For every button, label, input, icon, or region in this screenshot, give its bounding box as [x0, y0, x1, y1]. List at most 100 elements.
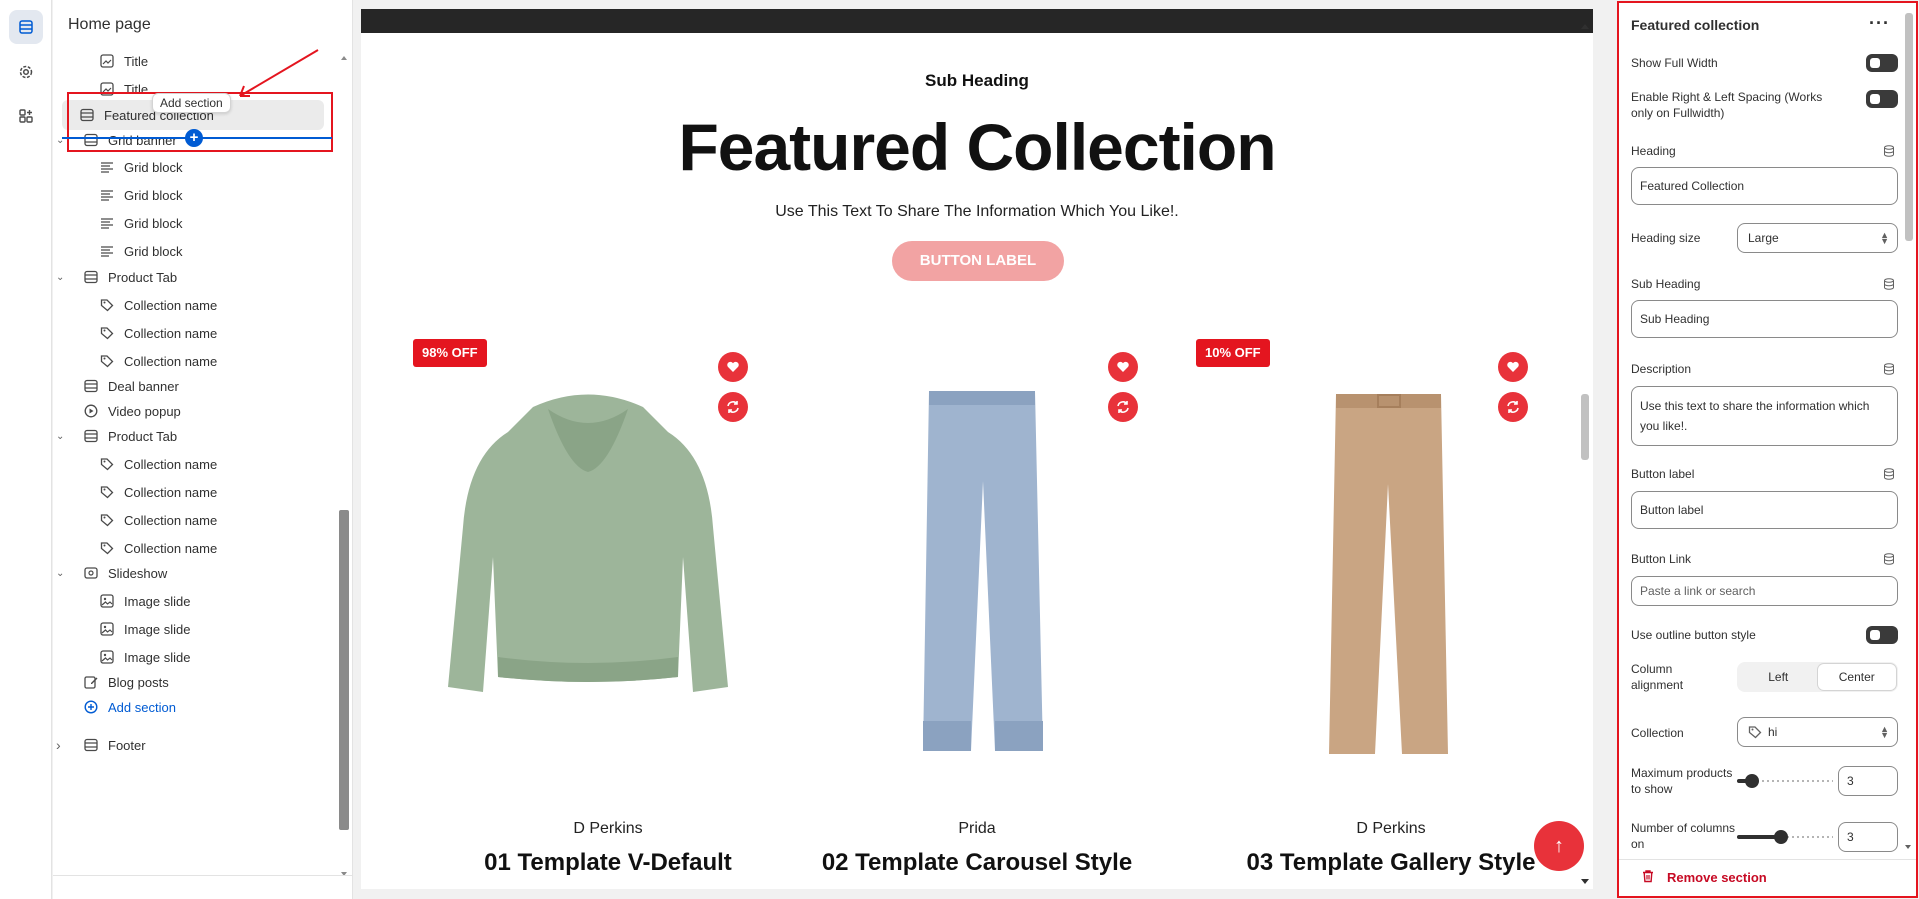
text-icon	[99, 215, 115, 231]
chevron-down-icon[interactable]: ⌄	[56, 272, 64, 283]
product-card[interactable]: 98% OFF D Perkins 01 Template V-Default	[413, 339, 803, 889]
align-left-option[interactable]: Left	[1739, 664, 1818, 690]
slider-knob[interactable]	[1773, 830, 1788, 844]
back-to-top-button[interactable]: ↑	[1534, 821, 1584, 871]
preview-button[interactable]: BUTTON LABEL	[892, 241, 1064, 281]
tree-item-label: Collection name	[124, 484, 218, 500]
enable-spacing-toggle[interactable]	[1866, 90, 1898, 108]
slider-knob[interactable]	[1745, 774, 1760, 788]
annotation-arrow	[239, 49, 319, 97]
tree-item-label: Add section	[108, 699, 176, 715]
show-full-width-toggle[interactable]	[1866, 54, 1898, 72]
tree-block-item[interactable]: Grid block	[53, 180, 333, 210]
tree-item-label: Grid block	[124, 215, 183, 231]
product-title[interactable]: 01 Template V-Default	[413, 849, 803, 877]
button-link-input[interactable]: Paste a link or search	[1631, 576, 1898, 606]
product-card[interactable]: 10% OFF D Perkins 03 Template Gallery St…	[1196, 339, 1586, 889]
tree-item-label: Collection name	[124, 456, 218, 472]
tree-item-label: Deal banner	[108, 378, 179, 394]
discount-badge: 98% OFF	[413, 339, 487, 367]
tree-item-label: Collection name	[124, 297, 218, 313]
product-card[interactable]: Prida 02 Template Carousel Style	[782, 339, 1172, 889]
sub-heading-input[interactable]: Sub Heading	[1631, 300, 1898, 338]
section-settings-panel: Featured collection ··· Show Full Width …	[1617, 1, 1918, 898]
product-vendor: D Perkins	[1356, 820, 1426, 837]
dynamic-source-icon[interactable]	[1883, 278, 1895, 290]
apps-rail-button[interactable]	[9, 99, 43, 133]
tree-section-item[interactable]: ⌄ Slideshow	[53, 558, 333, 588]
heart-icon	[727, 361, 739, 372]
max-products-slider[interactable]	[1737, 774, 1833, 788]
plus-circle-icon	[83, 699, 99, 715]
tree-item-label: Product Tab	[108, 269, 178, 285]
section-icon	[83, 737, 99, 753]
dynamic-source-icon[interactable]	[1883, 145, 1895, 157]
tree-section-item[interactable]: › Footer	[53, 730, 333, 760]
tag-icon	[99, 456, 115, 472]
tree-block-item[interactable]: Image slide	[53, 614, 333, 644]
theme-preview: Sub Heading Featured Collection Use This…	[361, 9, 1593, 889]
columns-desktop-slider[interactable]	[1737, 830, 1833, 844]
heading-input[interactable]: Featured Collection	[1631, 167, 1898, 205]
select-caret-icon: ▲ ▼	[1880, 230, 1889, 246]
tag-icon	[99, 353, 115, 369]
trash-icon	[1641, 869, 1655, 886]
description-input[interactable]: Use this text to share the information w…	[1631, 386, 1898, 446]
tree-block-item[interactable]: Collection name	[53, 505, 333, 535]
product-title[interactable]: 03 Template Gallery Style	[1196, 849, 1586, 877]
sub-heading-label: Sub Heading	[1631, 277, 1701, 291]
collection-select[interactable]: hi ▲ ▼	[1737, 717, 1898, 747]
image-icon	[99, 621, 115, 637]
preview-scroll-thumb[interactable]	[1581, 394, 1589, 460]
sections-rail-button[interactable]	[9, 10, 43, 44]
sidebar-divider	[53, 875, 352, 876]
align-center-option[interactable]: Center	[1817, 664, 1896, 690]
tree-section-item[interactable]: ⌄ Product Tab	[53, 262, 333, 292]
dynamic-source-icon[interactable]	[1883, 553, 1895, 565]
insert-section-button[interactable]: +	[185, 129, 203, 147]
tree-block-item[interactable]: Collection name	[53, 477, 333, 507]
button-label-input[interactable]: Button label	[1631, 491, 1898, 529]
remove-section-button[interactable]: Remove section	[1641, 869, 1767, 886]
compare-button[interactable]	[1498, 392, 1528, 422]
wishlist-button[interactable]	[1498, 352, 1528, 382]
more-icon[interactable]: ···	[1869, 13, 1890, 34]
dynamic-source-icon[interactable]	[1883, 468, 1895, 480]
tree-section-item[interactable]: ⌄ Product Tab	[53, 421, 333, 451]
tree-item-label: Image slide	[124, 649, 191, 665]
heading-size-select[interactable]: Large ▲ ▼	[1737, 223, 1898, 253]
chevron-down-icon[interactable]: ⌄	[56, 431, 64, 442]
chevron-right-icon[interactable]: ›	[56, 737, 61, 753]
wishlist-button[interactable]	[718, 352, 748, 382]
tree-block-item[interactable]: Collection name	[53, 449, 333, 479]
tree-block-item[interactable]: Image slide	[53, 586, 333, 616]
apps-icon	[19, 109, 33, 123]
preview-sub-heading: Sub Heading	[925, 71, 1029, 90]
sidebar-scroll-thumb[interactable]	[339, 510, 349, 830]
chevron-down-icon[interactable]: ⌄	[56, 568, 64, 579]
product-title[interactable]: 02 Template Carousel Style	[782, 849, 1172, 877]
max-products-input[interactable]: 3	[1838, 766, 1898, 796]
tree-item-label: Image slide	[124, 621, 191, 637]
dynamic-source-icon[interactable]	[1883, 363, 1895, 375]
columns-desktop-label: Number of columns on	[1631, 821, 1736, 851]
add-section-link[interactable]: Add section	[53, 692, 333, 722]
tree-block-item[interactable]: Grid block	[53, 208, 333, 238]
wishlist-button[interactable]	[1108, 352, 1138, 382]
button-label-label: Button label	[1631, 467, 1695, 481]
heading-size-label: Heading size	[1631, 231, 1701, 245]
compare-button[interactable]	[1108, 392, 1138, 422]
remove-section-label: Remove section	[1667, 870, 1767, 885]
columns-desktop-input[interactable]: 3	[1838, 822, 1898, 852]
heading-label: Heading	[1631, 144, 1676, 158]
tree-block-item[interactable]: Grid block	[53, 152, 333, 182]
settings-rail-button[interactable]	[9, 55, 43, 89]
tag-icon	[99, 325, 115, 341]
panel-scroll-thumb[interactable]	[1905, 13, 1913, 241]
text-icon	[99, 159, 115, 175]
tag-icon	[99, 297, 115, 313]
collection-value: hi	[1768, 725, 1778, 739]
tree-block-item[interactable]: Collection name	[53, 290, 333, 320]
outline-button-toggle[interactable]	[1866, 626, 1898, 644]
tree-block-item[interactable]: Collection name	[53, 318, 333, 348]
